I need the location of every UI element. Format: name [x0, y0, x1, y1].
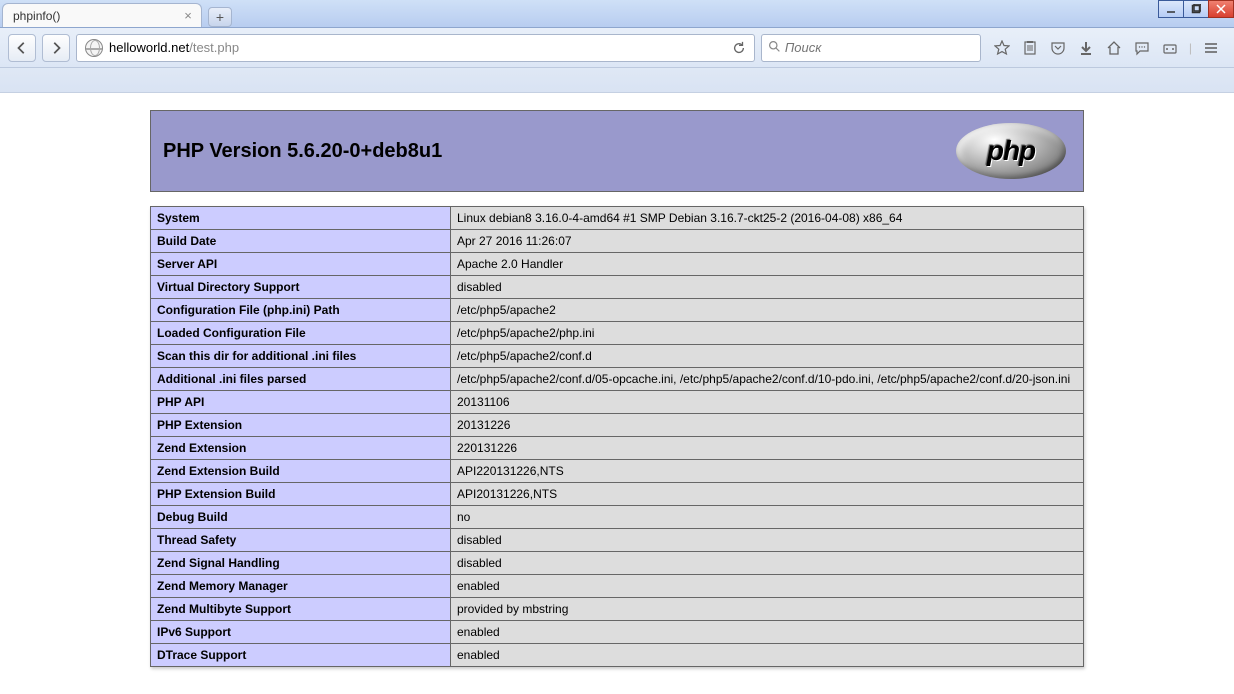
config-key: Thread Safety — [151, 529, 451, 552]
config-key: Debug Build — [151, 506, 451, 529]
config-key: Zend Extension — [151, 437, 451, 460]
config-value: 220131226 — [451, 437, 1084, 460]
window-close-button[interactable] — [1208, 0, 1234, 18]
table-row: SystemLinux debian8 3.16.0-4-amd64 #1 SM… — [151, 207, 1084, 230]
config-key: Loaded Configuration File — [151, 322, 451, 345]
bookmark-star-icon[interactable] — [993, 39, 1011, 57]
browser-toolbar: helloworld.net/test.php | — [0, 28, 1234, 68]
config-value: disabled — [451, 529, 1084, 552]
config-value: enabled — [451, 575, 1084, 598]
config-key: PHP Extension — [151, 414, 451, 437]
config-value: API20131226,NTS — [451, 483, 1084, 506]
config-value: Apr 27 2016 11:26:07 — [451, 230, 1084, 253]
config-key: Build Date — [151, 230, 451, 253]
pocket-icon[interactable] — [1049, 39, 1067, 57]
table-row: Zend Extension BuildAPI220131226,NTS — [151, 460, 1084, 483]
config-value: enabled — [451, 621, 1084, 644]
table-row: Debug Buildno — [151, 506, 1084, 529]
table-row: Thread Safetydisabled — [151, 529, 1084, 552]
downloads-icon[interactable] — [1077, 39, 1095, 57]
table-row: Scan this dir for additional .ini files/… — [151, 345, 1084, 368]
config-key: Virtual Directory Support — [151, 276, 451, 299]
config-value: /etc/php5/apache2 — [451, 299, 1084, 322]
page-content[interactable]: PHP Version 5.6.20-0+deb8u1 php SystemLi… — [0, 97, 1234, 694]
search-icon — [768, 40, 781, 56]
config-key: Scan this dir for additional .ini files — [151, 345, 451, 368]
config-value: disabled — [451, 552, 1084, 575]
tab-strip: phpinfo() × + — [0, 0, 1234, 28]
addon-icon[interactable] — [1161, 39, 1179, 57]
config-key: Configuration File (php.ini) Path — [151, 299, 451, 322]
table-row: PHP Extension20131226 — [151, 414, 1084, 437]
config-key: Zend Memory Manager — [151, 575, 451, 598]
config-value: 20131106 — [451, 391, 1084, 414]
toolbar-icons: | — [987, 39, 1226, 57]
search-bar[interactable] — [761, 34, 981, 62]
config-value: API220131226,NTS — [451, 460, 1084, 483]
config-key: Zend Multibyte Support — [151, 598, 451, 621]
reload-button[interactable] — [728, 37, 750, 59]
url-domain: helloworld.net — [109, 40, 189, 55]
config-value: /etc/php5/apache2/conf.d — [451, 345, 1084, 368]
table-row: Zend Multibyte Supportprovided by mbstri… — [151, 598, 1084, 621]
config-value: Linux debian8 3.16.0-4-amd64 #1 SMP Debi… — [451, 207, 1084, 230]
table-row: IPv6 Supportenabled — [151, 621, 1084, 644]
config-key: IPv6 Support — [151, 621, 451, 644]
window-controls — [1159, 0, 1234, 18]
forward-button[interactable] — [42, 34, 70, 62]
table-row: PHP API20131106 — [151, 391, 1084, 414]
table-row: Zend Memory Managerenabled — [151, 575, 1084, 598]
tab-close-button[interactable]: × — [181, 9, 195, 23]
window-maximize-button[interactable] — [1183, 0, 1209, 18]
menu-icon[interactable] — [1202, 39, 1220, 57]
php-logo: php — [951, 121, 1071, 181]
back-button[interactable] — [8, 34, 36, 62]
table-row: Virtual Directory Supportdisabled — [151, 276, 1084, 299]
window-minimize-button[interactable] — [1158, 0, 1184, 18]
browser-tab[interactable]: phpinfo() × — [2, 3, 202, 27]
table-row: PHP Extension BuildAPI20131226,NTS — [151, 483, 1084, 506]
table-row: Configuration File (php.ini) Path/etc/ph… — [151, 299, 1084, 322]
config-key: PHP Extension Build — [151, 483, 451, 506]
config-value: Apache 2.0 Handler — [451, 253, 1084, 276]
table-row: Build DateApr 27 2016 11:26:07 — [151, 230, 1084, 253]
config-value: provided by mbstring — [451, 598, 1084, 621]
php-logo-text: php — [987, 135, 1035, 167]
config-value: /etc/php5/apache2/conf.d/05-opcache.ini,… — [451, 368, 1084, 391]
config-key: Additional .ini files parsed — [151, 368, 451, 391]
php-version-title: PHP Version 5.6.20-0+deb8u1 — [163, 140, 951, 163]
table-row: Loaded Configuration File/etc/php5/apach… — [151, 322, 1084, 345]
config-value: enabled — [451, 644, 1084, 667]
config-key: Server API — [151, 253, 451, 276]
config-key: System — [151, 207, 451, 230]
clipboard-icon[interactable] — [1021, 39, 1039, 57]
config-key: Zend Extension Build — [151, 460, 451, 483]
separator: | — [1189, 41, 1192, 55]
config-key: Zend Signal Handling — [151, 552, 451, 575]
tab-title: phpinfo() — [13, 9, 181, 23]
table-row: Server APIApache 2.0 Handler — [151, 253, 1084, 276]
table-row: Zend Signal Handlingdisabled — [151, 552, 1084, 575]
search-input[interactable] — [785, 40, 974, 55]
url-bar[interactable]: helloworld.net/test.php — [76, 34, 755, 62]
phpinfo-table: SystemLinux debian8 3.16.0-4-amd64 #1 SM… — [150, 206, 1084, 667]
table-row: Zend Extension220131226 — [151, 437, 1084, 460]
config-key: DTrace Support — [151, 644, 451, 667]
config-value: 20131226 — [451, 414, 1084, 437]
phpinfo-header: PHP Version 5.6.20-0+deb8u1 php — [150, 110, 1084, 192]
config-key: PHP API — [151, 391, 451, 414]
new-tab-button[interactable]: + — [208, 7, 232, 27]
config-value: disabled — [451, 276, 1084, 299]
config-value: no — [451, 506, 1084, 529]
bookmarks-bar — [0, 68, 1234, 93]
url-path: /test.php — [189, 40, 239, 55]
chat-icon[interactable] — [1133, 39, 1151, 57]
home-icon[interactable] — [1105, 39, 1123, 57]
config-value: /etc/php5/apache2/php.ini — [451, 322, 1084, 345]
globe-icon — [85, 39, 103, 57]
table-row: Additional .ini files parsed/etc/php5/ap… — [151, 368, 1084, 391]
phpinfo-container: PHP Version 5.6.20-0+deb8u1 php SystemLi… — [150, 110, 1084, 667]
table-row: DTrace Supportenabled — [151, 644, 1084, 667]
